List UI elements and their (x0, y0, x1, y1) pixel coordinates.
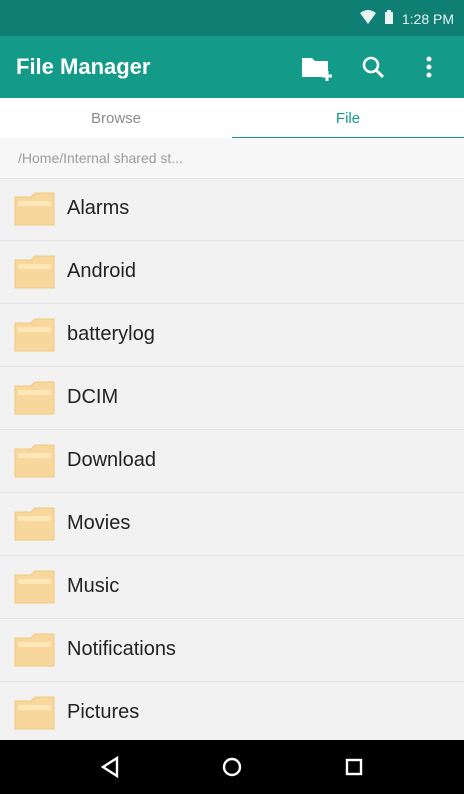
folder-row[interactable]: batterylog (0, 304, 464, 367)
search-icon[interactable] (356, 50, 390, 84)
folder-icon (14, 379, 56, 417)
folder-name: Music (67, 575, 120, 597)
folder-name: Alarms (67, 197, 130, 219)
folder-icon (14, 190, 56, 228)
app-title: File Manager (16, 54, 151, 79)
folder-row[interactable]: Alarms (0, 178, 464, 241)
folder-icon (14, 442, 56, 480)
folder-name: DCIM (67, 386, 119, 408)
wifi-icon (359, 10, 376, 27)
folder-name: Android (67, 260, 136, 282)
folder-name: Notifications (67, 638, 176, 660)
recent-apps-icon[interactable] (334, 750, 374, 784)
folder-icon (14, 253, 56, 291)
appbar-actions (300, 50, 446, 84)
app-bar: File Manager (0, 36, 464, 98)
folder-icon (14, 631, 56, 669)
folder-icon (14, 505, 56, 543)
overflow-menu-icon[interactable] (412, 50, 446, 84)
home-icon[interactable] (212, 750, 252, 784)
status-right: 1:28 PM (359, 9, 454, 28)
folder-row[interactable]: Notifications (0, 619, 464, 682)
status-bar: 1:28 PM (0, 0, 464, 36)
battery-icon (384, 9, 394, 28)
folder-row[interactable]: Music (0, 556, 464, 619)
folder-row[interactable]: Pictures (0, 682, 464, 740)
current-path: /Home/Internal shared st... (18, 150, 183, 166)
folder-icon (14, 316, 56, 354)
tab-browse[interactable]: Browse (0, 98, 232, 138)
folder-icon (14, 568, 56, 606)
back-icon[interactable] (90, 750, 130, 784)
folder-icon (14, 694, 56, 732)
folder-name: Pictures (67, 701, 140, 723)
tab-bar: Browse File (0, 98, 464, 139)
folder-row[interactable]: Movies (0, 493, 464, 556)
status-time: 1:28 PM (401, 10, 454, 27)
folder-row[interactable]: Android (0, 241, 464, 304)
folder-list: Alarms Android batterylog DCIM Download … (0, 178, 464, 740)
folder-name: Download (67, 449, 156, 471)
folder-name: batterylog (67, 323, 155, 345)
system-nav-bar (0, 740, 464, 794)
tab-file[interactable]: File (232, 98, 464, 138)
path-bar: /Home/Internal shared st... (0, 138, 464, 179)
folder-row[interactable]: DCIM (0, 367, 464, 430)
new-folder-icon[interactable] (300, 50, 334, 84)
folder-row[interactable]: Download (0, 430, 464, 493)
folder-name: Movies (67, 512, 131, 534)
